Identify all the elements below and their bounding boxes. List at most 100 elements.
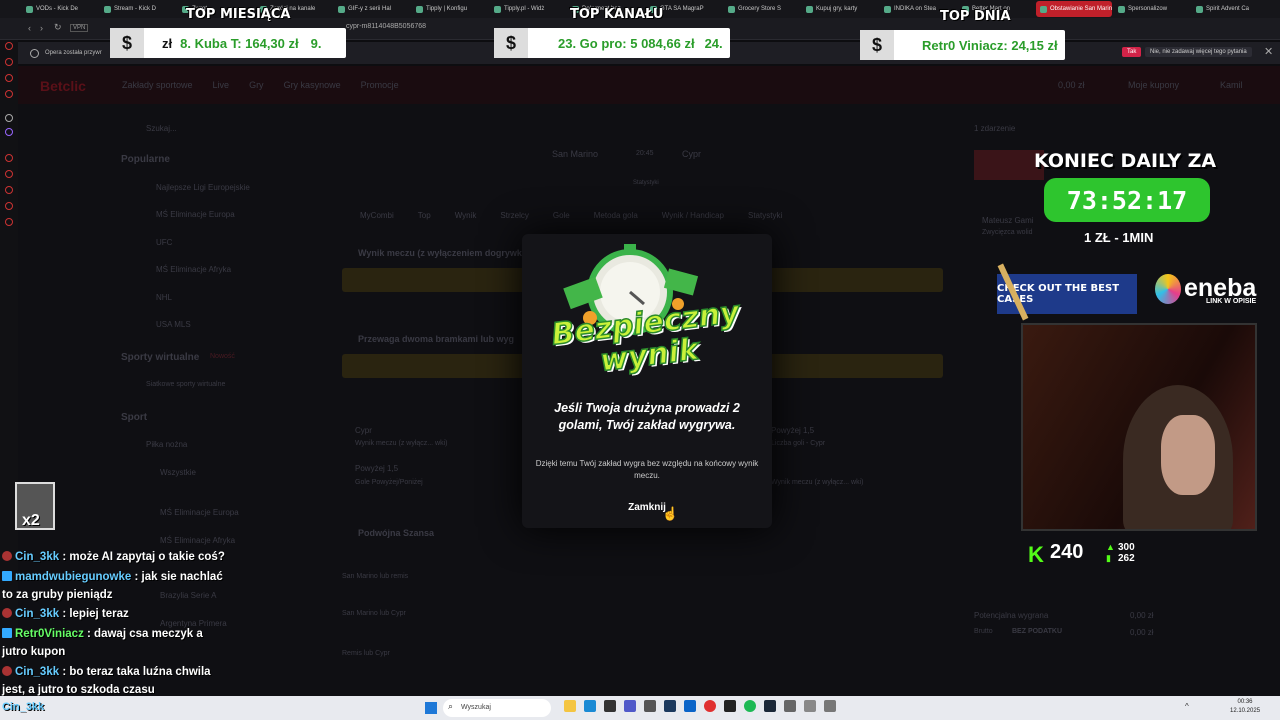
sidebar-icon[interactable] [5,42,13,50]
sidebar-icon[interactable] [5,202,13,210]
search-input[interactable]: Szukaj... [146,124,177,133]
ticker-suffix: 24. [704,35,723,51]
sidebar-icon[interactable] [5,90,13,98]
browser-tab[interactable]: Tipply.pl - Widż [490,1,566,17]
browser-tab[interactable]: Grocery Store S [724,1,800,17]
nav-item[interactable]: Live [213,80,230,90]
sidebar-icon[interactable] [5,58,13,66]
popular-item[interactable]: Najlepsze Ligi Europejskie [156,183,250,192]
tax-free-label: BEZ PODATKU [1012,628,1063,635]
double-row[interactable]: Remis lub Cypr [342,650,390,657]
dollar-icon: $ [494,28,528,58]
app-icon[interactable] [784,700,796,712]
sport-item[interactable]: MŚ Eliminacje Afryka [160,536,235,545]
explorer-icon[interactable] [564,700,576,712]
chat-message: Cin_3kk : bo teraz taka luźna chwila jest… [2,666,211,696]
stats-link[interactable]: Statystyki [633,180,659,186]
popular-item[interactable]: MŚ Eliminacje Afryka [156,265,231,274]
opera-icon[interactable] [704,700,716,712]
tax-value: 0,00 zł [1130,628,1154,637]
site-logo[interactable]: Betclic [40,78,86,94]
nav-item[interactable]: Gry kasynowe [284,80,341,90]
kick-icon [2,551,12,561]
sidebar-icon[interactable] [5,154,13,162]
market-title: Przewaga dwoma bramkami lub wyg [358,334,515,344]
notice-no-button[interactable]: Nie, nie zadawaj więcej tego pytania [1145,47,1252,57]
popular-item[interactable]: USA MLS [156,320,191,329]
browser-tab[interactable]: Tipply | Konfigu [412,1,488,17]
edge-icon[interactable] [584,700,596,712]
market-tab[interactable]: Gole [553,211,570,220]
app-icon[interactable] [824,700,836,712]
sidebar-icon[interactable] [5,186,13,194]
vscode-icon[interactable] [664,700,676,712]
streamer-face [1161,415,1215,495]
nav-item[interactable]: Promocje [361,80,399,90]
browser-tab[interactable]: Spersonalizow [1114,1,1190,17]
browser-tab[interactable]: Stream - Kick D [100,1,176,17]
reload-icon[interactable]: ↻ [54,22,62,33]
sidebar-icon[interactable] [5,74,13,82]
my-coupons[interactable]: Moje kupony [1128,80,1179,90]
ticker-day-title: TOP DNIA [940,9,1011,24]
steam-icon[interactable] [764,700,776,712]
popular-item[interactable]: NHL [156,293,172,302]
notice-yes-button[interactable]: Tak [1122,47,1142,57]
sport-item[interactable]: MŚ Eliminacje Europa [160,508,239,517]
app-icon[interactable] [604,700,616,712]
tab-favicon-icon [338,5,345,13]
chat-message: Retr0Viniacz : dawaj csa meczyk a jutro k… [2,628,203,658]
teams-icon[interactable] [624,700,636,712]
vpn-icon[interactable]: VPN [70,24,89,32]
spotify-icon[interactable] [744,700,756,712]
app-icon[interactable] [724,700,736,712]
user-menu[interactable]: Kamil [1220,80,1243,90]
market-tab[interactable]: Strzelcy [500,211,528,220]
back-icon[interactable]: ‹ [28,23,31,33]
market-tab[interactable]: MyCombi [360,211,394,220]
app-icon[interactable] [804,700,816,712]
modal-headline: Jeśli Twoja drużyna prowadzi 2 golami, T… [554,401,740,432]
sidebar-icon[interactable] [5,218,13,226]
tab-favicon-icon [884,5,891,13]
popular-item[interactable]: MŚ Eliminacje Europa [156,210,235,219]
browser-tab[interactable]: Spirit Advent Ca [1192,1,1268,17]
market-tab[interactable]: Top [418,211,431,220]
nav-item[interactable]: Zakłady sportowe [122,80,193,90]
popular-item[interactable]: UFC [156,238,172,247]
app-icon[interactable] [644,700,656,712]
tab-label: Grocery Store S [738,6,782,12]
sidebar-icon[interactable] [5,114,13,122]
browser-tab[interactable]: VODs - Kick De [22,1,98,17]
tray-chevron-icon[interactable]: ^ [1185,702,1189,711]
double-row[interactable]: San Marino lub remis [342,573,408,580]
sidebar-icon[interactable] [5,170,13,178]
forward-icon[interactable]: › [40,23,43,33]
close-icon[interactable]: ✕ [1264,45,1273,58]
sport-item[interactable]: Piłka nożna [146,440,187,449]
browser-tab[interactable]: GIF-y z serii Hal [334,1,410,17]
tab-favicon-icon [1118,5,1125,13]
virtual-item[interactable]: Siatkowe sporty wirtualne [146,381,225,388]
taskbar-search[interactable]: Wyszukaj [443,699,551,717]
kick-icon [2,608,12,618]
market-tab[interactable]: Wynik / Handicap [662,211,724,220]
market-tab[interactable]: Wynik [455,211,477,220]
kick-icon [2,666,12,676]
balance[interactable]: 0,00 zł [1058,80,1085,90]
outlook-icon[interactable] [684,700,696,712]
twitch-icon[interactable] [5,128,13,136]
close-button[interactable]: Zamknij [532,497,762,519]
sport-item[interactable]: Wszystkie [160,468,196,477]
clock[interactable]: 00:36 12.10.2025 [1230,698,1260,716]
market-tab[interactable]: Statystyki [748,211,782,220]
windows-start-icon[interactable] [425,702,437,714]
nav-item[interactable]: Gry [249,80,264,90]
match-time: 20:45 [636,150,654,157]
browser-tab[interactable]: Kupuj gry, karty [802,1,878,17]
tab-favicon-icon [1196,5,1203,13]
market-tab[interactable]: Metoda gola [594,211,638,220]
double-row[interactable]: San Marino lub Cypr [342,610,406,617]
tab-label: GTA SA MagraP [660,6,704,12]
browser-tab[interactable]: Obstawianie San Marino [1036,1,1112,17]
